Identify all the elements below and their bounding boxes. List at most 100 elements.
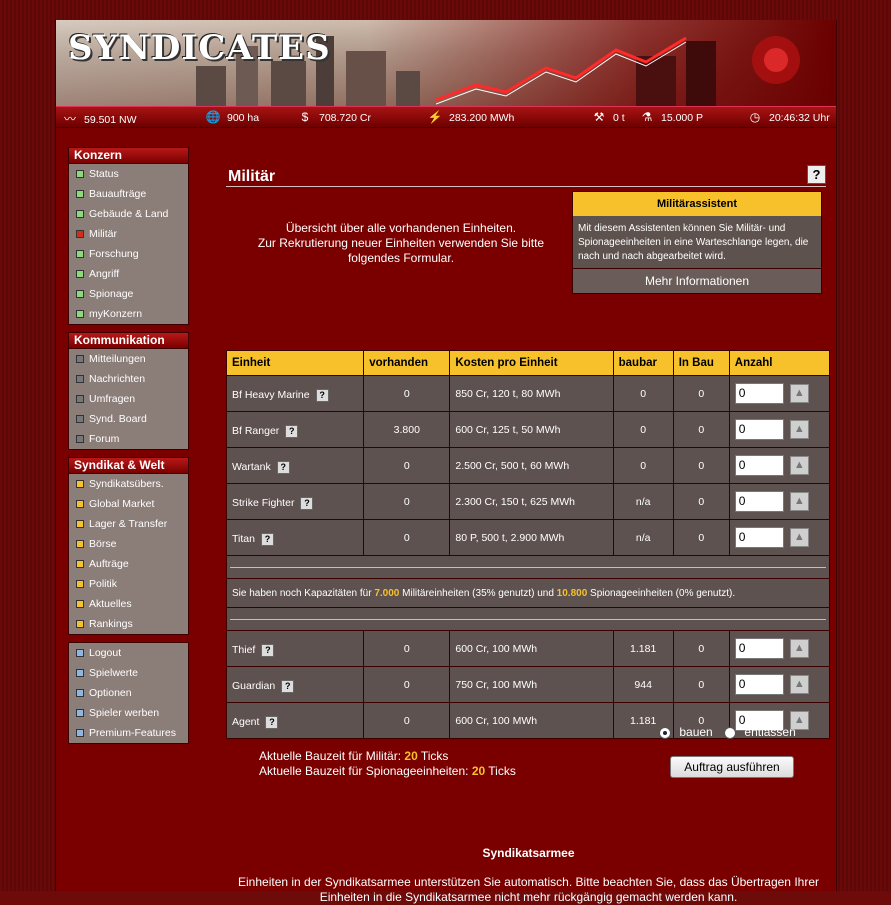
unit-info-icon[interactable]: ? [281,679,295,693]
col-anzahl: Anzahl [728,350,831,376]
menu-header-kommunikation: Kommunikation [69,333,188,349]
col-in-bau: In Bau [672,350,730,376]
build-time-info: Aktuelle Bauzeit für Militär: 20 Ticks A… [259,749,516,778]
unit-name: Bf Heavy Marine [232,388,310,401]
unit-info-icon[interactable]: ? [265,715,279,729]
land-stat: 🌐 900 ha [205,110,260,124]
title-divider [226,186,826,187]
sidebar-item-gebaeude[interactable]: Gebäude & Land [69,204,188,224]
sidebar-item-mitteilungen[interactable]: Mitteilungen [69,349,188,369]
submit-order-button[interactable]: Auftrag ausführen [670,756,794,778]
unit-name: Titan [232,532,255,545]
sidebar-item-lager[interactable]: Lager & Transfer [69,514,188,534]
max-arrow-icon[interactable]: ▲ [789,528,809,547]
sidebar-item-global-market[interactable]: Global Market [69,494,188,514]
help-button[interactable]: ? [807,165,826,184]
ore-stat: ⚒ 0 t [590,110,625,124]
sidebar-item-forum[interactable]: Forum [69,429,188,449]
col-kosten: Kosten pro Einheit [449,350,614,376]
dollar-icon: $ [301,110,309,124]
quantity-input[interactable]: 0 [734,491,784,512]
unit-info-icon[interactable]: ? [261,643,275,657]
sidebar-item-spieler-werben[interactable]: Spieler werben [69,703,188,723]
unit-name: Thief [232,643,256,656]
sidebar-item-forschung[interactable]: Forschung [69,244,188,264]
max-arrow-icon[interactable]: ▲ [789,639,809,658]
syndicate-army-heading: Syndikatsarmee [482,846,575,860]
sidebar-item-angriff[interactable]: Angriff [69,264,188,284]
sidebar-item-rankings[interactable]: Rankings [69,614,188,634]
quantity-input[interactable]: 0 [734,419,784,440]
more-info-link[interactable]: Mehr Informationen [573,269,821,293]
radio-dismiss[interactable] [724,726,737,739]
research-icon: ⚗ [641,110,653,124]
unit-name: Wartank [232,460,271,473]
max-arrow-icon[interactable]: ▲ [789,456,809,475]
syndicates-logo[interactable]: SYNDICATES [68,28,331,68]
mode-selector: bauen entlassen [659,725,796,739]
header-banner: SYNDICATES [56,20,836,106]
globe-icon: 🌐 [205,110,221,124]
sidebar-item-syndikatsuebers[interactable]: Syndikatsübers. [69,474,188,494]
sidebar-item-auftraege[interactable]: Aufträge [69,554,188,574]
quantity-input[interactable]: 0 [734,527,784,548]
max-arrow-icon[interactable]: ▲ [789,492,809,511]
menu-kommunikation: Kommunikation Mitteilungen Nachrichten U… [68,332,189,450]
radio-build-label[interactable]: bauen [679,725,712,739]
capacity-row: Sie haben noch Kapazitäten für 7.000 Mil… [226,578,830,608]
sidebar-item-spionage[interactable]: Spionage [69,284,188,304]
networth-icon: 〰 [63,112,76,126]
growth-arrow-graphic [436,36,800,105]
radio-dismiss-label[interactable]: entlassen [744,725,795,739]
unit-name: Guardian [232,679,276,692]
quantity-input[interactable]: 0 [734,674,784,695]
menu-header-konzern: Konzern [69,148,188,164]
quantity-input[interactable]: 0 [734,383,784,404]
menu-konzern: Konzern Status Bauaufträge Gebäude & Lan… [68,147,189,325]
sidebar-item-spielwerte[interactable]: Spielwerte [69,663,188,683]
unit-info-icon[interactable]: ? [285,424,299,438]
max-arrow-icon[interactable]: ▲ [789,384,809,403]
sidebar-item-boerse[interactable]: Börse [69,534,188,554]
unit-info-icon[interactable]: ? [300,496,314,510]
radio-build[interactable] [659,726,671,739]
unit-info-icon[interactable]: ? [260,532,274,546]
sidebar-item-mykonzern[interactable]: myKonzern [69,304,188,324]
sidebar-item-premium[interactable]: Premium-Features [69,723,188,743]
sidebar-item-nachrichten[interactable]: Nachrichten [69,369,188,389]
menu-syndikat: Syndikat & Welt Syndikatsübers. Global M… [68,457,189,635]
table-row: Wartank? 0 2.500 Cr, 500 t, 60 MWh 0 0 0… [225,447,831,484]
col-vorhanden: vorhanden [363,350,451,376]
col-baubar: baubar [612,350,674,376]
networth-stat: 〰 59.501 NW [61,110,137,127]
sidebar-item-umfragen[interactable]: Umfragen [69,389,188,409]
units-table: Einheit vorhanden Kosten pro Einheit bau… [225,350,831,739]
table-row: Thief? 0 600 Cr, 100 MWh 1.181 0 0 ▲ [225,630,831,667]
max-arrow-icon[interactable]: ▲ [789,420,809,439]
separator-row [226,607,830,631]
sidebar-item-optionen[interactable]: Optionen [69,683,188,703]
sidebar-item-aktuelles[interactable]: Aktuelles [69,594,188,614]
page-title: Militär [228,168,276,185]
capacity-text: Sie haben noch Kapazitäten für 7.000 Mil… [226,578,830,608]
sidebar-item-synd-board[interactable]: Synd. Board [69,409,188,429]
quantity-input[interactable]: 0 [734,638,784,659]
sidebar-item-politik[interactable]: Politik [69,574,188,594]
sidebar-item-logout[interactable]: Logout [69,643,188,663]
unit-name: Bf Ranger [232,424,280,437]
military-assistant-box: Militärassistent Mit diesem Assistenten … [572,191,822,294]
sidebar-item-status[interactable]: Status [69,164,188,184]
sidebar-item-bauauftraege[interactable]: Bauaufträge [69,184,188,204]
max-arrow-icon[interactable]: ▲ [789,675,809,694]
sidebar-item-militaer[interactable]: Militär [69,224,188,244]
table-row: Strike Fighter? 0 2.300 Cr, 150 t, 625 M… [225,483,831,520]
unit-info-icon[interactable]: ? [276,460,290,474]
table-header-row: Einheit vorhanden Kosten pro Einheit bau… [225,350,831,376]
assistant-title: Militärassistent [573,192,821,216]
col-einheit: Einheit [225,350,365,376]
quantity-input[interactable]: 0 [734,455,784,476]
unit-info-icon[interactable]: ? [315,388,329,402]
clock-icon: ◷ [749,110,761,124]
assistant-text: Mit diesem Assistenten können Sie Militä… [573,216,821,269]
status-bar: 〰 59.501 NW 🌐 900 ha $708.720 Cr ⚡ 283.200 … [56,106,836,128]
